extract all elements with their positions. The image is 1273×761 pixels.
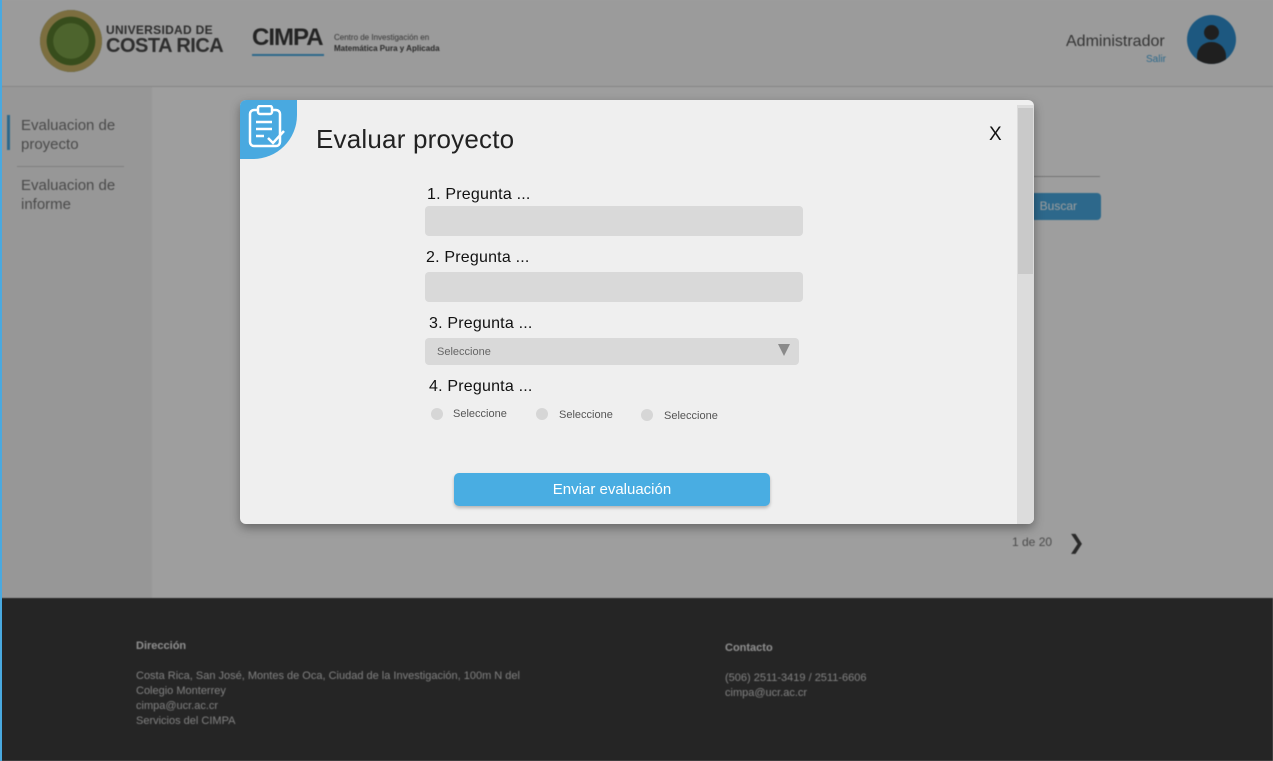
question-1-label: 1. Pregunta ...: [427, 186, 531, 203]
submit-evaluation-button[interactable]: Enviar evaluación: [454, 473, 770, 506]
question-2-label: 2. Pregunta ...: [426, 249, 530, 266]
question-4-radio-3[interactable]: [641, 409, 653, 421]
close-button[interactable]: X: [989, 124, 1002, 146]
clipboard-check-icon: [248, 105, 285, 148]
question-1-input[interactable]: [425, 206, 803, 236]
question-4-radio-1-label: Seleccione: [453, 408, 507, 420]
dropdown-arrow-icon: [778, 344, 790, 356]
question-4-label: 4. Pregunta ...: [429, 378, 533, 395]
scrollbar-thumb[interactable]: [1018, 108, 1033, 274]
question-2-input[interactable]: [425, 272, 803, 302]
left-edge-accent: [0, 0, 2, 761]
question-4-radio-2[interactable]: [536, 408, 548, 420]
modal-badge: [240, 100, 297, 159]
question-3-select-value: Seleccione: [437, 346, 491, 358]
evaluation-modal: Evaluar proyecto X 1. Pregunta ... 2. Pr…: [240, 100, 1034, 524]
question-3-label: 3. Pregunta ...: [429, 315, 533, 332]
question-4-radio-2-label: Seleccione: [559, 409, 613, 421]
question-4-radio-1[interactable]: [431, 408, 443, 420]
modal-title: Evaluar proyecto: [316, 124, 515, 154]
question-3-select[interactable]: Seleccione: [425, 338, 799, 365]
question-4-radio-3-label: Seleccione: [664, 410, 718, 422]
